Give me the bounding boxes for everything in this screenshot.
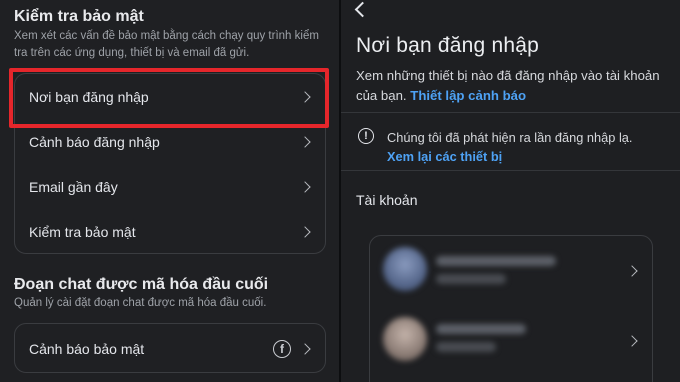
chevron-right-icon [299, 135, 311, 148]
security-checkup-label: Kiểm tra bảo mật [29, 223, 136, 240]
chevron-right-icon [299, 342, 311, 355]
security-alerts-item[interactable]: Cảnh báo bảo mật f [15, 326, 325, 371]
recent-emails-item[interactable]: Email gần đây [15, 164, 325, 209]
page-description: Xem những thiết bị nào đã đăng nhập vào … [356, 66, 666, 106]
alert-circle-icon: ! [358, 128, 374, 144]
recent-emails-label: Email gần đây [29, 178, 118, 195]
avatar [383, 317, 427, 361]
blurred-account-detail [436, 274, 506, 284]
alert-text: Chúng tôi đã phát hiện ra lần đăng nhập … [387, 130, 633, 145]
page-title: Nơi bạn đăng nhập [356, 34, 539, 57]
divider [341, 112, 680, 113]
encrypted-chat-title: Đoạn chat được mã hóa đầu cuối [14, 276, 269, 293]
avatar [383, 247, 427, 291]
security-settings-panel: Kiểm tra bảo mật Xem xét các vấn đề bảo … [0, 0, 339, 382]
encrypted-chat-card: Cảnh báo bảo mật f [14, 323, 326, 373]
facebook-icon: f [273, 339, 291, 358]
review-devices-link[interactable]: Xem lại các thiết bị [387, 147, 667, 166]
accounts-card [369, 235, 653, 382]
encrypted-chat-description: Quản lý cài đặt đoạn chat được mã hóa đầ… [14, 297, 267, 309]
security-check-title: Kiểm tra bảo mật [14, 8, 144, 25]
blurred-account-detail [436, 342, 496, 352]
divider [341, 170, 680, 171]
login-alerts-label: Cảnh báo đăng nhập [29, 133, 160, 150]
account-row[interactable] [370, 236, 652, 306]
security-checkup-item[interactable]: Kiểm tra bảo mật [15, 209, 325, 254]
where-logged-in-panel: Nơi bạn đăng nhập Xem những thiết bị nào… [341, 0, 680, 382]
account-row[interactable] [370, 306, 652, 376]
chevron-right-icon [626, 265, 638, 277]
chevron-right-icon [299, 225, 311, 238]
back-arrow-icon[interactable] [354, 1, 371, 18]
setup-alerts-link[interactable]: Thiết lập cảnh báo [410, 88, 526, 103]
highlight-box [9, 68, 329, 128]
blurred-account-name [436, 256, 556, 266]
security-alerts-label: Cảnh báo bảo mật [29, 340, 145, 357]
accounts-label: Tài khoản [356, 192, 418, 208]
unusual-login-alert: Chúng tôi đã phát hiện ra lần đăng nhập … [387, 128, 667, 166]
chevron-right-icon [299, 180, 311, 193]
security-check-description: Xem xét các vấn đề bảo mật bằng cách chạ… [14, 30, 319, 59]
chevron-right-icon [626, 335, 638, 347]
blurred-account-name [436, 324, 526, 334]
